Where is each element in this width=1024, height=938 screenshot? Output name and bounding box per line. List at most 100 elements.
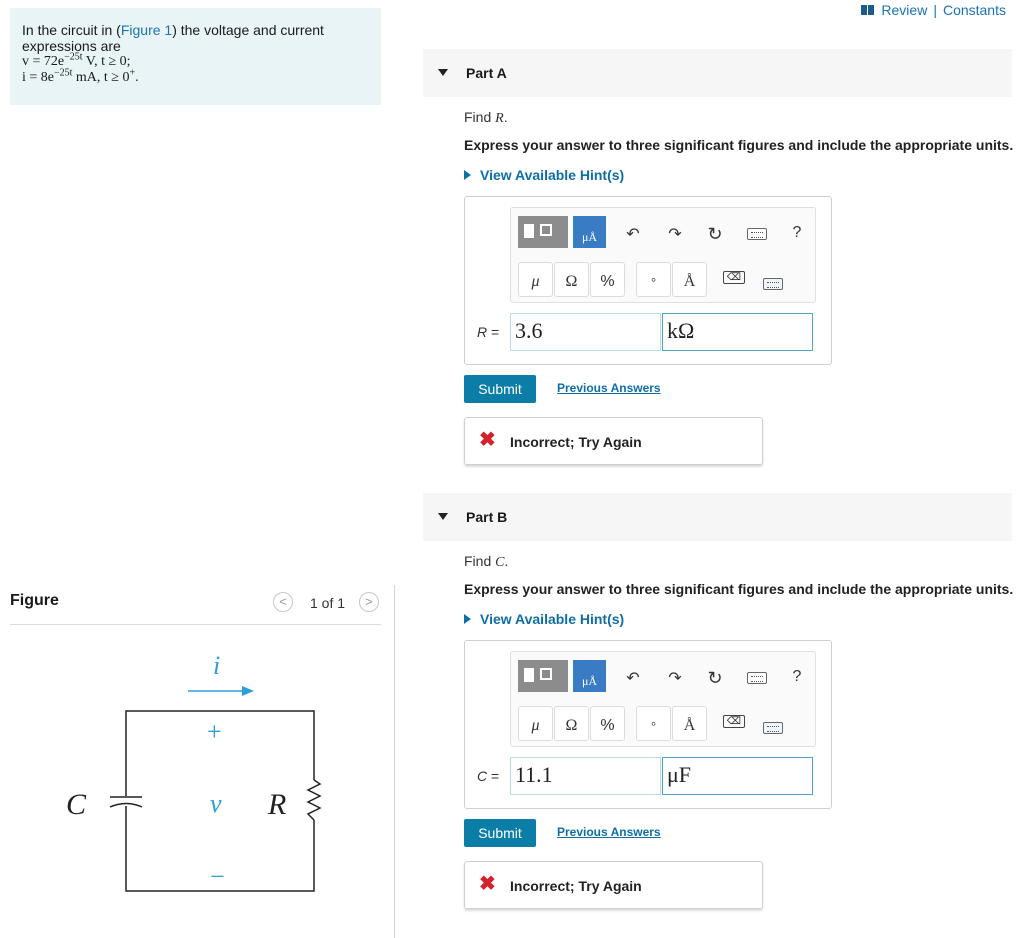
intro-suffix: ) the voltage and current xyxy=(172,22,324,38)
i-condition: mA, t ≥ 0 xyxy=(72,70,130,85)
key-angstrom[interactable]: Å xyxy=(672,262,707,297)
equals-sign: = xyxy=(487,768,500,784)
redo-icon[interactable]: ↷ xyxy=(665,224,685,244)
find-suffix: . xyxy=(503,109,508,125)
voltage-label: v xyxy=(210,789,222,818)
templates-button[interactable]: μÅ xyxy=(518,660,606,692)
column-divider xyxy=(394,585,395,938)
part-b-value-input[interactable]: 11.1 xyxy=(510,757,661,795)
current-label: i xyxy=(213,651,220,680)
intro-prefix: In the circuit in ( xyxy=(22,22,121,38)
key-degree[interactable]: ° xyxy=(636,262,671,297)
reset-icon[interactable]: ↻ xyxy=(705,224,725,245)
math-toolbar: μÅ ↶ ↷ ↻ ? μ Ω % ° Å ⌫ xyxy=(510,651,816,747)
circuit-diagram: i + v − C R xyxy=(66,651,322,892)
part-a-instruction: Express your answer to three significant… xyxy=(464,137,1014,153)
undo-icon[interactable]: ↶ xyxy=(623,668,643,688)
collapse-triangle-icon[interactable] xyxy=(438,513,448,520)
part-b-find: Find C. xyxy=(464,553,508,571)
problem-intro: In the circuit in (Figure 1) the voltage… xyxy=(22,22,369,38)
part-b-answer-box: μÅ ↶ ↷ ↻ ? μ Ω % ° Å ⌫ C = 11.1 μF xyxy=(464,640,832,809)
reset-icon[interactable]: ↻ xyxy=(705,668,725,689)
units-template-icon: μÅ xyxy=(573,216,606,248)
review-link[interactable]: Review xyxy=(881,2,927,18)
pager-count: 1 of 1 xyxy=(310,595,346,611)
find-prefix: Find xyxy=(464,109,496,125)
part-a-var-label: R = xyxy=(477,324,499,342)
part-b-var-label: C = xyxy=(477,768,499,786)
part-b-unit-input[interactable]: μF xyxy=(662,757,813,795)
resistor-gap xyxy=(308,780,320,820)
part-b-title: Part B xyxy=(466,509,508,525)
help-icon[interactable]: ? xyxy=(787,224,807,242)
key-angstrom[interactable]: Å xyxy=(672,706,707,741)
part-a-hint-toggle[interactable]: View Available Hint(s) xyxy=(464,167,624,183)
constants-link[interactable]: Constants xyxy=(943,2,1006,18)
part-b-previous-answers-link[interactable]: Previous Answers xyxy=(557,825,661,839)
keyboard-icon[interactable] xyxy=(747,672,767,684)
part-a-previous-answers-link[interactable]: Previous Answers xyxy=(557,381,661,395)
templates-button[interactable]: μÅ xyxy=(518,216,606,248)
book-icon xyxy=(861,5,875,15)
i-exponent: −25t xyxy=(54,67,73,79)
expand-triangle-icon xyxy=(464,614,471,624)
capacitor-label: C xyxy=(66,788,87,821)
hint-label: View Available Hint(s) xyxy=(480,611,625,627)
error-x-icon: ✖ xyxy=(479,429,496,451)
template-grid-icon xyxy=(518,660,568,692)
part-b-hint-toggle[interactable]: View Available Hint(s) xyxy=(464,611,624,627)
part-a-answer-box: μÅ ↶ ↷ ↻ ? μ Ω % ° Å ⌫ R = 3.6 kΩ xyxy=(464,196,832,365)
link-separator: | xyxy=(933,2,937,18)
keyboard-icon[interactable] xyxy=(747,228,767,240)
undo-icon[interactable]: ↶ xyxy=(623,224,643,244)
part-a-value-input[interactable]: 3.6 xyxy=(510,313,661,351)
review-constants-link: Review | Constants xyxy=(861,2,1006,18)
figure-link[interactable]: Figure 1 xyxy=(121,22,172,38)
part-a-submit-button[interactable]: Submit xyxy=(464,375,536,403)
error-x-icon: ✖ xyxy=(479,873,496,895)
part-a-unit-input[interactable]: kΩ xyxy=(662,313,813,351)
plus-sign: + xyxy=(207,717,222,746)
part-b-header[interactable]: Part B xyxy=(423,493,1012,541)
next-figure-button[interactable]: > xyxy=(359,592,379,612)
voltage-expression: v = 72e−25t V, t ≥ 0; xyxy=(22,52,369,70)
key-mu[interactable]: μ xyxy=(518,706,553,741)
feedback-message: Incorrect; Try Again xyxy=(510,878,642,894)
part-b-submit-button[interactable]: Submit xyxy=(464,819,536,847)
key-omega[interactable]: Ω xyxy=(554,262,589,297)
part-a-header[interactable]: Part A xyxy=(423,49,1012,97)
var-symbol: C xyxy=(477,768,488,784)
key-percent[interactable]: % xyxy=(590,706,625,741)
part-b-feedback: ✖ Incorrect; Try Again xyxy=(464,861,763,909)
hint-label: View Available Hint(s) xyxy=(480,167,625,183)
key-mu[interactable]: μ xyxy=(518,262,553,297)
find-variable: R xyxy=(495,111,504,126)
figure-rule xyxy=(10,624,381,625)
problem-statement: In the circuit in (Figure 1) the voltage… xyxy=(10,8,381,105)
collapse-triangle-icon[interactable] xyxy=(438,69,448,76)
keyboard-toggle-icon[interactable] xyxy=(763,722,783,734)
minus-sign: − xyxy=(210,862,225,891)
backspace-icon[interactable]: ⌫ xyxy=(723,715,745,728)
key-percent[interactable]: % xyxy=(590,262,625,297)
part-a-title: Part A xyxy=(466,65,507,81)
redo-icon[interactable]: ↷ xyxy=(665,668,685,688)
var-symbol: R xyxy=(477,324,488,340)
key-degree[interactable]: ° xyxy=(636,706,671,741)
v-condition: V, t ≥ 0; xyxy=(82,54,131,69)
backspace-icon[interactable]: ⌫ xyxy=(723,271,745,284)
keyboard-toggle-icon[interactable] xyxy=(763,278,783,290)
figure-pager: < 1 of 1 > xyxy=(273,592,383,614)
equals-sign: = xyxy=(487,324,500,340)
prev-figure-button[interactable]: < xyxy=(273,592,293,612)
find-suffix: . xyxy=(504,553,509,569)
units-template-icon: μÅ xyxy=(573,660,606,692)
figure-label: Figure xyxy=(10,592,59,609)
feedback-message: Incorrect; Try Again xyxy=(510,434,642,450)
resistor-label: R xyxy=(267,788,286,821)
part-a-find: Find R. xyxy=(464,109,508,127)
help-icon[interactable]: ? xyxy=(787,668,807,686)
current-expression: i = 8e−25t mA, t ≥ 0+. xyxy=(22,67,369,86)
key-omega[interactable]: Ω xyxy=(554,706,589,741)
part-a-feedback: ✖ Incorrect; Try Again xyxy=(464,417,763,465)
